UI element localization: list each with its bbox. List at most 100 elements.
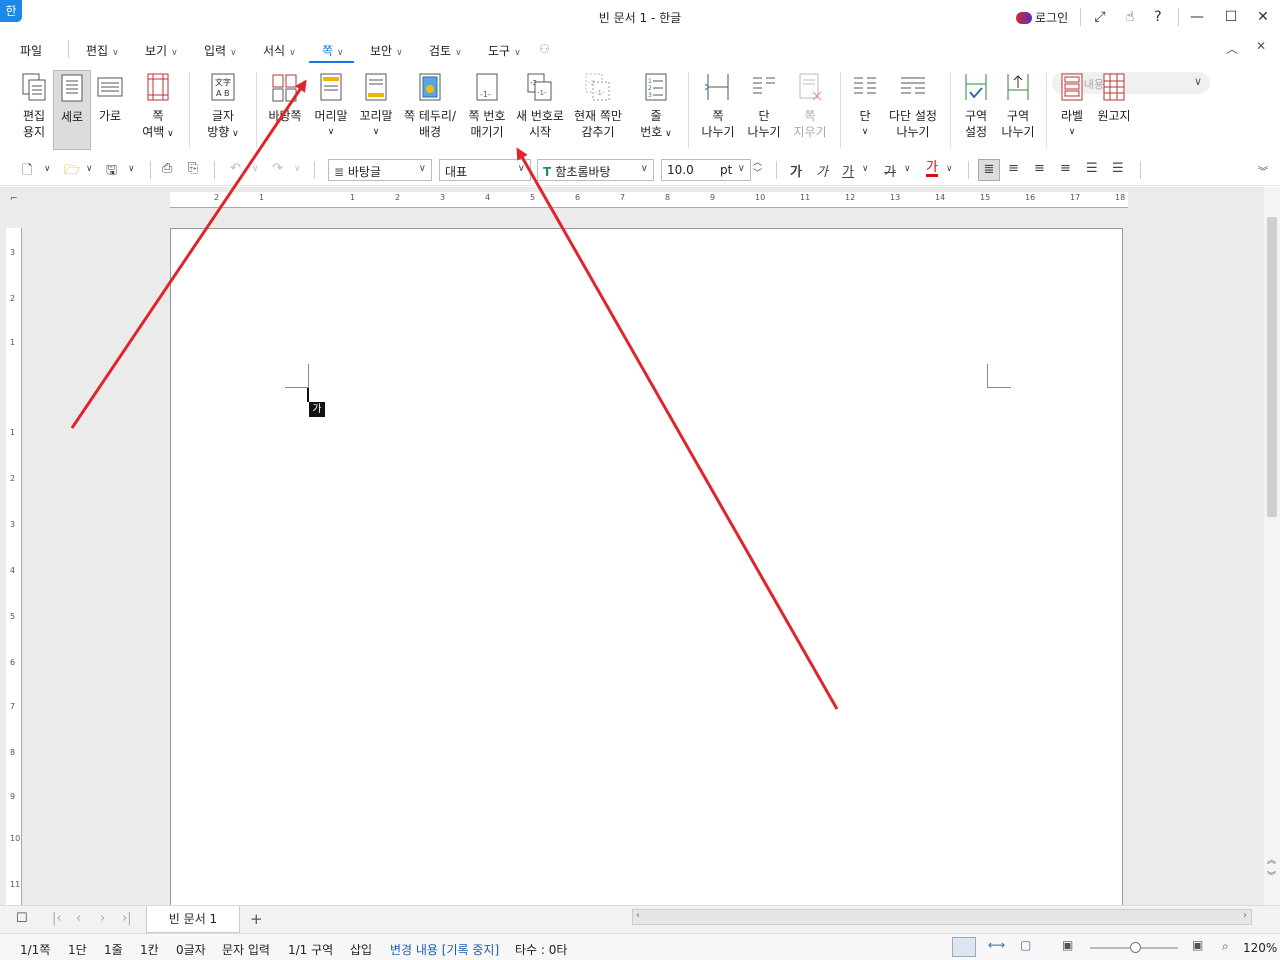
hand-icon[interactable]: ☝ <box>1119 6 1141 28</box>
portrait-button[interactable]: 세로 <box>53 70 91 150</box>
label-button[interactable]: 라벨 ∨ <box>1054 72 1090 140</box>
share-icon[interactable]: ⚇ <box>539 42 550 56</box>
menu-insert[interactable]: 입력 ∨ <box>204 42 237 59</box>
menu-format[interactable]: 서식 ∨ <box>263 42 296 59</box>
last-tab-icon[interactable]: ›| <box>122 911 132 926</box>
page-break-button[interactable]: 쪽 나누기 <box>698 72 738 140</box>
horizontal-ruler[interactable]: 2 1 1 2 3 4 5 6 7 8 9 10 11 12 13 14 15 16 17 18 <box>170 192 1128 208</box>
menu-tools[interactable]: 도구 ∨ <box>488 42 521 59</box>
page-margin-button[interactable]: 쪽 여백 ∨ <box>138 72 178 142</box>
chevron-down-icon[interactable]: ∨ <box>128 164 135 174</box>
underline-button[interactable]: 가 <box>842 161 854 180</box>
header-button[interactable]: 머리말 ∨ <box>312 72 350 140</box>
menu-page[interactable]: 쪽 ∨ <box>322 42 344 59</box>
status-page[interactable]: 1/1쪽 <box>20 941 50 958</box>
vertical-ruler[interactable]: 3 2 1 1 2 3 4 5 6 7 8 9 10 11 <box>6 228 22 905</box>
scrollbar-thumb[interactable] <box>1267 217 1277 517</box>
menu-edit[interactable]: 편집 ∨ <box>86 42 119 59</box>
collapse-ribbon-icon[interactable]: ︿ <box>1226 40 1238 57</box>
menu-security[interactable]: 보안 ∨ <box>370 42 403 59</box>
new-number-button[interactable]: -3--1- 새 번호로시작 <box>514 72 566 140</box>
bookmark-icon[interactable]: ☐ <box>16 911 28 926</box>
align-split-icon[interactable]: ☰ <box>1112 161 1124 176</box>
menu-file[interactable]: 파일 <box>20 42 42 59</box>
multi-column-break-button[interactable]: 다단 설정 나누기 <box>886 72 940 140</box>
ruler-corner-icon[interactable]: ⌐ <box>10 194 18 204</box>
edit-paper-button[interactable]: 편집 용지 <box>14 72 54 140</box>
language-select[interactable]: 대표 ∨ <box>439 159 531 181</box>
zoom-level[interactable]: 120% <box>1243 941 1277 955</box>
chevron-down-icon[interactable]: ∨ <box>862 164 869 174</box>
first-tab-icon[interactable]: |‹ <box>52 911 62 926</box>
font-size-stepper[interactable]: ︿ ﹀ <box>753 158 762 180</box>
prev-tab-icon[interactable]: ‹ <box>76 911 81 926</box>
scroll-down-page-icon[interactable]: ︾ <box>1267 869 1276 882</box>
text-direction-button[interactable]: 文字 A B 글자 방향 ∨ <box>203 72 243 142</box>
open-folder-icon[interactable]: 🗁 <box>64 161 80 183</box>
login-button[interactable]: 로그인 <box>1016 9 1068 26</box>
help-icon[interactable]: ? <box>1147 6 1169 28</box>
save-icon[interactable]: 🖫 <box>106 161 117 183</box>
align-justify-icon[interactable]: ≣ <box>978 159 1000 181</box>
strikethrough-button[interactable]: 가 <box>884 161 896 180</box>
chevron-down-icon[interactable]: ∨ <box>252 164 259 174</box>
scroll-right-icon[interactable]: › <box>1243 910 1247 921</box>
section-break-button[interactable]: 구역 나누기 <box>998 72 1038 140</box>
tab-document-1[interactable]: 빈 문서 1 <box>146 906 240 933</box>
font-size-input[interactable]: 10.0 pt ∨ <box>661 159 751 181</box>
document-page[interactable] <box>170 228 1123 928</box>
master-page-button[interactable]: 바탕쪽 <box>266 72 304 124</box>
zoom-slider-thumb[interactable] <box>1130 942 1141 953</box>
footer-button[interactable]: 꼬리말 ∨ <box>357 72 395 140</box>
column-break-button[interactable]: 단 나누기 <box>744 72 784 140</box>
menu-view[interactable]: 보기 ∨ <box>145 42 178 59</box>
view-width-icon[interactable]: ⟷ <box>988 938 1005 952</box>
bold-button[interactable]: 가 <box>790 161 802 180</box>
page-border-button[interactable]: 쪽 테두리/배경 <box>402 72 458 140</box>
print-preview-icon[interactable]: ⎘ <box>188 161 198 176</box>
chevron-down-icon[interactable]: ∨ <box>294 164 301 174</box>
minimize-icon[interactable]: — <box>1186 6 1208 28</box>
hide-page-button[interactable]: -3- -1- 현재 쪽만 감추기 <box>572 72 624 140</box>
print-icon[interactable]: ⎙ <box>162 161 172 176</box>
horizontal-scrollbar[interactable]: ‹ › <box>632 909 1252 925</box>
italic-button[interactable]: 가 <box>816 161 828 180</box>
chevron-down-icon[interactable]: ∨ <box>86 164 93 174</box>
chevron-down-icon[interactable]: ∨ <box>946 164 953 174</box>
expand-icon[interactable]: ⤢ <box>1089 6 1111 28</box>
manuscript-button[interactable]: 원고지 <box>1094 72 1134 124</box>
align-right-icon[interactable]: ≡ <box>1060 161 1071 176</box>
align-center-icon[interactable]: ≡ <box>1034 161 1045 176</box>
redo-icon[interactable]: ↷ <box>272 161 283 176</box>
section-settings-button[interactable]: 구역 설정 <box>956 72 996 140</box>
zoom-icon[interactable]: ⌕ <box>1222 939 1229 954</box>
vertical-scrollbar[interactable]: ︽ ︾ <box>1264 187 1280 905</box>
view-page-icon[interactable] <box>952 937 976 957</box>
align-left-icon[interactable]: ≡ <box>1008 161 1019 176</box>
status-track-changes[interactable]: 변경 내용 [기록 중지] <box>390 941 499 958</box>
close-panel-icon[interactable]: ✕ <box>1256 39 1266 53</box>
maximize-icon[interactable]: ☐ <box>1220 6 1242 28</box>
status-insert[interactable]: 삽입 <box>350 941 372 958</box>
toolbar-expand-icon[interactable]: ︾ <box>1258 163 1268 178</box>
view-two-page-icon[interactable]: ▣ <box>1062 938 1073 952</box>
chevron-down-icon[interactable]: ∨ <box>904 164 911 174</box>
columns-button[interactable]: 단 ∨ <box>848 72 882 140</box>
page-delete-button[interactable]: 쪽 지우기 <box>790 72 830 140</box>
landscape-button[interactable]: 가로 <box>94 72 126 124</box>
next-tab-icon[interactable]: › <box>100 911 105 926</box>
new-document-icon[interactable]: 🗋 <box>22 161 32 183</box>
menu-review[interactable]: 검토 ∨ <box>429 42 462 59</box>
add-tab-button[interactable]: + <box>250 910 263 928</box>
line-number-button[interactable]: 123 줄 번호 ∨ <box>636 72 676 142</box>
page-number-button[interactable]: -1- 쪽 번호 매기기 <box>464 72 510 140</box>
font-color-button[interactable]: 가 <box>926 161 938 177</box>
chevron-down-icon[interactable]: ∨ <box>44 164 51 174</box>
view-full-page-icon[interactable]: ▢ <box>1020 938 1031 952</box>
scroll-up-page-icon[interactable]: ︽ <box>1267 853 1276 866</box>
font-select[interactable]: T 함초롬바탕 ∨ <box>537 159 654 181</box>
undo-icon[interactable]: ↶ <box>230 161 241 176</box>
close-icon[interactable]: ✕ <box>1252 6 1274 28</box>
align-distribute-icon[interactable]: ☰ <box>1086 161 1098 176</box>
scroll-left-icon[interactable]: ‹ <box>636 910 640 921</box>
